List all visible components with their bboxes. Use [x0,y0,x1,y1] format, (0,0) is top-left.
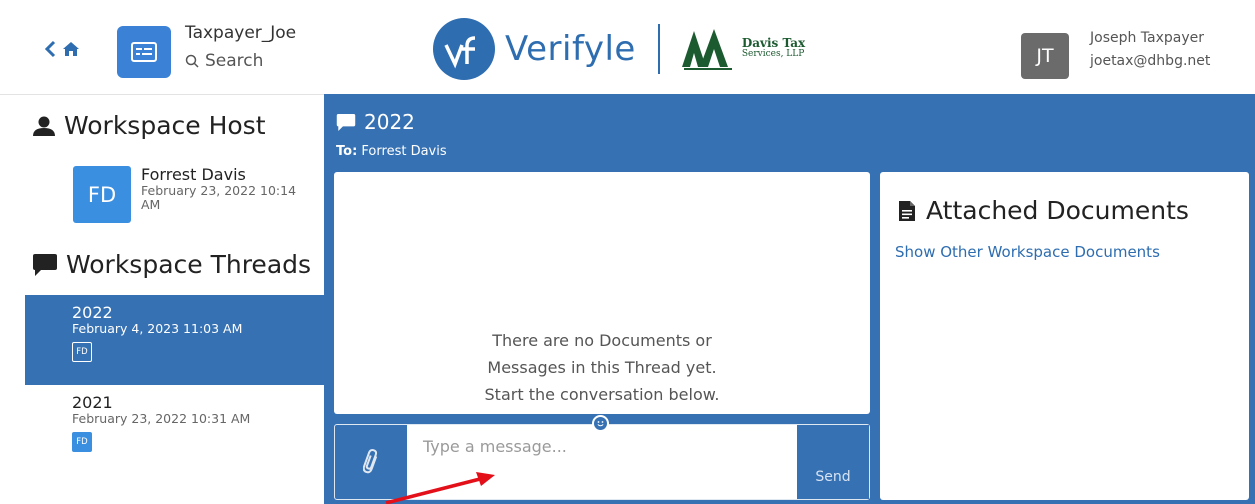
empty-message-line: Messages in this Thread yet. [487,358,717,377]
thread-title: 2022 [72,303,113,322]
attached-documents-panel: Attached Documents Show Other Workspace … [880,172,1249,500]
annotation-arrow [385,472,495,504]
workspace-search[interactable]: Search [185,51,263,71]
thread-item-2022[interactable]: 2022 February 4, 2023 11:03 AM FD [25,295,324,385]
thread-item-2021[interactable]: 2021 February 23, 2022 10:31 AM FD [25,385,324,475]
search-label: Search [205,51,264,71]
show-other-documents-link[interactable]: Show Other Workspace Documents [895,243,1160,261]
empty-message-line: Start the conversation below. [484,385,720,404]
thread-heading-title: 2022 [364,110,415,134]
sidebar: Workspace Host FD Forrest Davis February… [0,94,324,504]
workspace-name: Taxpayer_Joe [185,23,297,43]
workspace-tile[interactable] [117,26,171,78]
thread-heading: 2022 [336,110,415,134]
recipient-name: Forrest Davis [361,144,447,159]
send-button[interactable]: Send [797,425,869,499]
thread-date: February 23, 2022 10:31 AM [72,411,251,426]
user-icon [33,116,55,136]
thread-date: February 4, 2023 11:03 AM [72,321,243,336]
host-date: February 23, 2022 10:14 AM [141,183,297,212]
thread-participant-badge: FD [72,342,92,362]
document-icon [899,200,915,221]
documents-heading-label: Attached Documents [926,196,1189,225]
user-name: Joseph Taxpayer [1090,30,1205,46]
chat-bubble-icon [336,113,356,131]
host-avatar: FD [73,166,131,223]
thread-panel: 2022 To: Forrest Davis There are no Docu… [324,94,1255,504]
paperclip-icon [363,449,378,474]
threads-heading-label: Workspace Threads [66,250,312,279]
empty-message-line: There are no Documents or [492,331,712,350]
workspace-threads-heading: Workspace Threads [32,250,311,279]
trees-icon [681,29,732,70]
workspace-card-icon [131,42,157,62]
brand-logo: Verifyle Davis Tax Services, LLP [433,18,805,80]
thread-recipient: To: Forrest Davis [336,144,447,159]
workspace-host-heading: Workspace Host [32,111,266,140]
host-name: Forrest Davis [141,165,246,184]
top-header: Taxpayer_Joe Search Verifyle Davis Tax S… [0,0,1255,94]
logo-divider [657,24,660,74]
emoji-button[interactable] [592,415,609,432]
thread-participant-badge: FD [72,432,92,452]
back-chevron-icon [44,40,56,58]
emoji-icon [597,421,604,427]
partner-name-line1: Davis Tax [741,36,806,50]
chat-bubble-icon [33,253,57,276]
brand-name: Verifyle [505,29,636,69]
search-icon [185,54,199,68]
messages-area: There are no Documents or Messages in th… [334,172,870,414]
to-label: To: [336,144,358,159]
partner-logo: Davis Tax Services, LLP [680,27,805,71]
host-heading-label: Workspace Host [64,111,266,140]
home-icon [63,42,79,56]
attached-documents-heading: Attached Documents [898,196,1189,225]
host-entry[interactable]: FD Forrest Davis February 23, 2022 10:14… [73,166,311,223]
user-email: joetax@dhbg.net [1090,53,1211,69]
back-home-button[interactable] [44,40,80,58]
user-avatar[interactable]: JT [1021,33,1069,79]
empty-thread-message: There are no Documents or Messages in th… [334,327,870,408]
verifyle-logo-mark [433,18,495,80]
partner-name-line2: Services, LLP [741,49,805,59]
thread-title: 2021 [72,393,113,412]
